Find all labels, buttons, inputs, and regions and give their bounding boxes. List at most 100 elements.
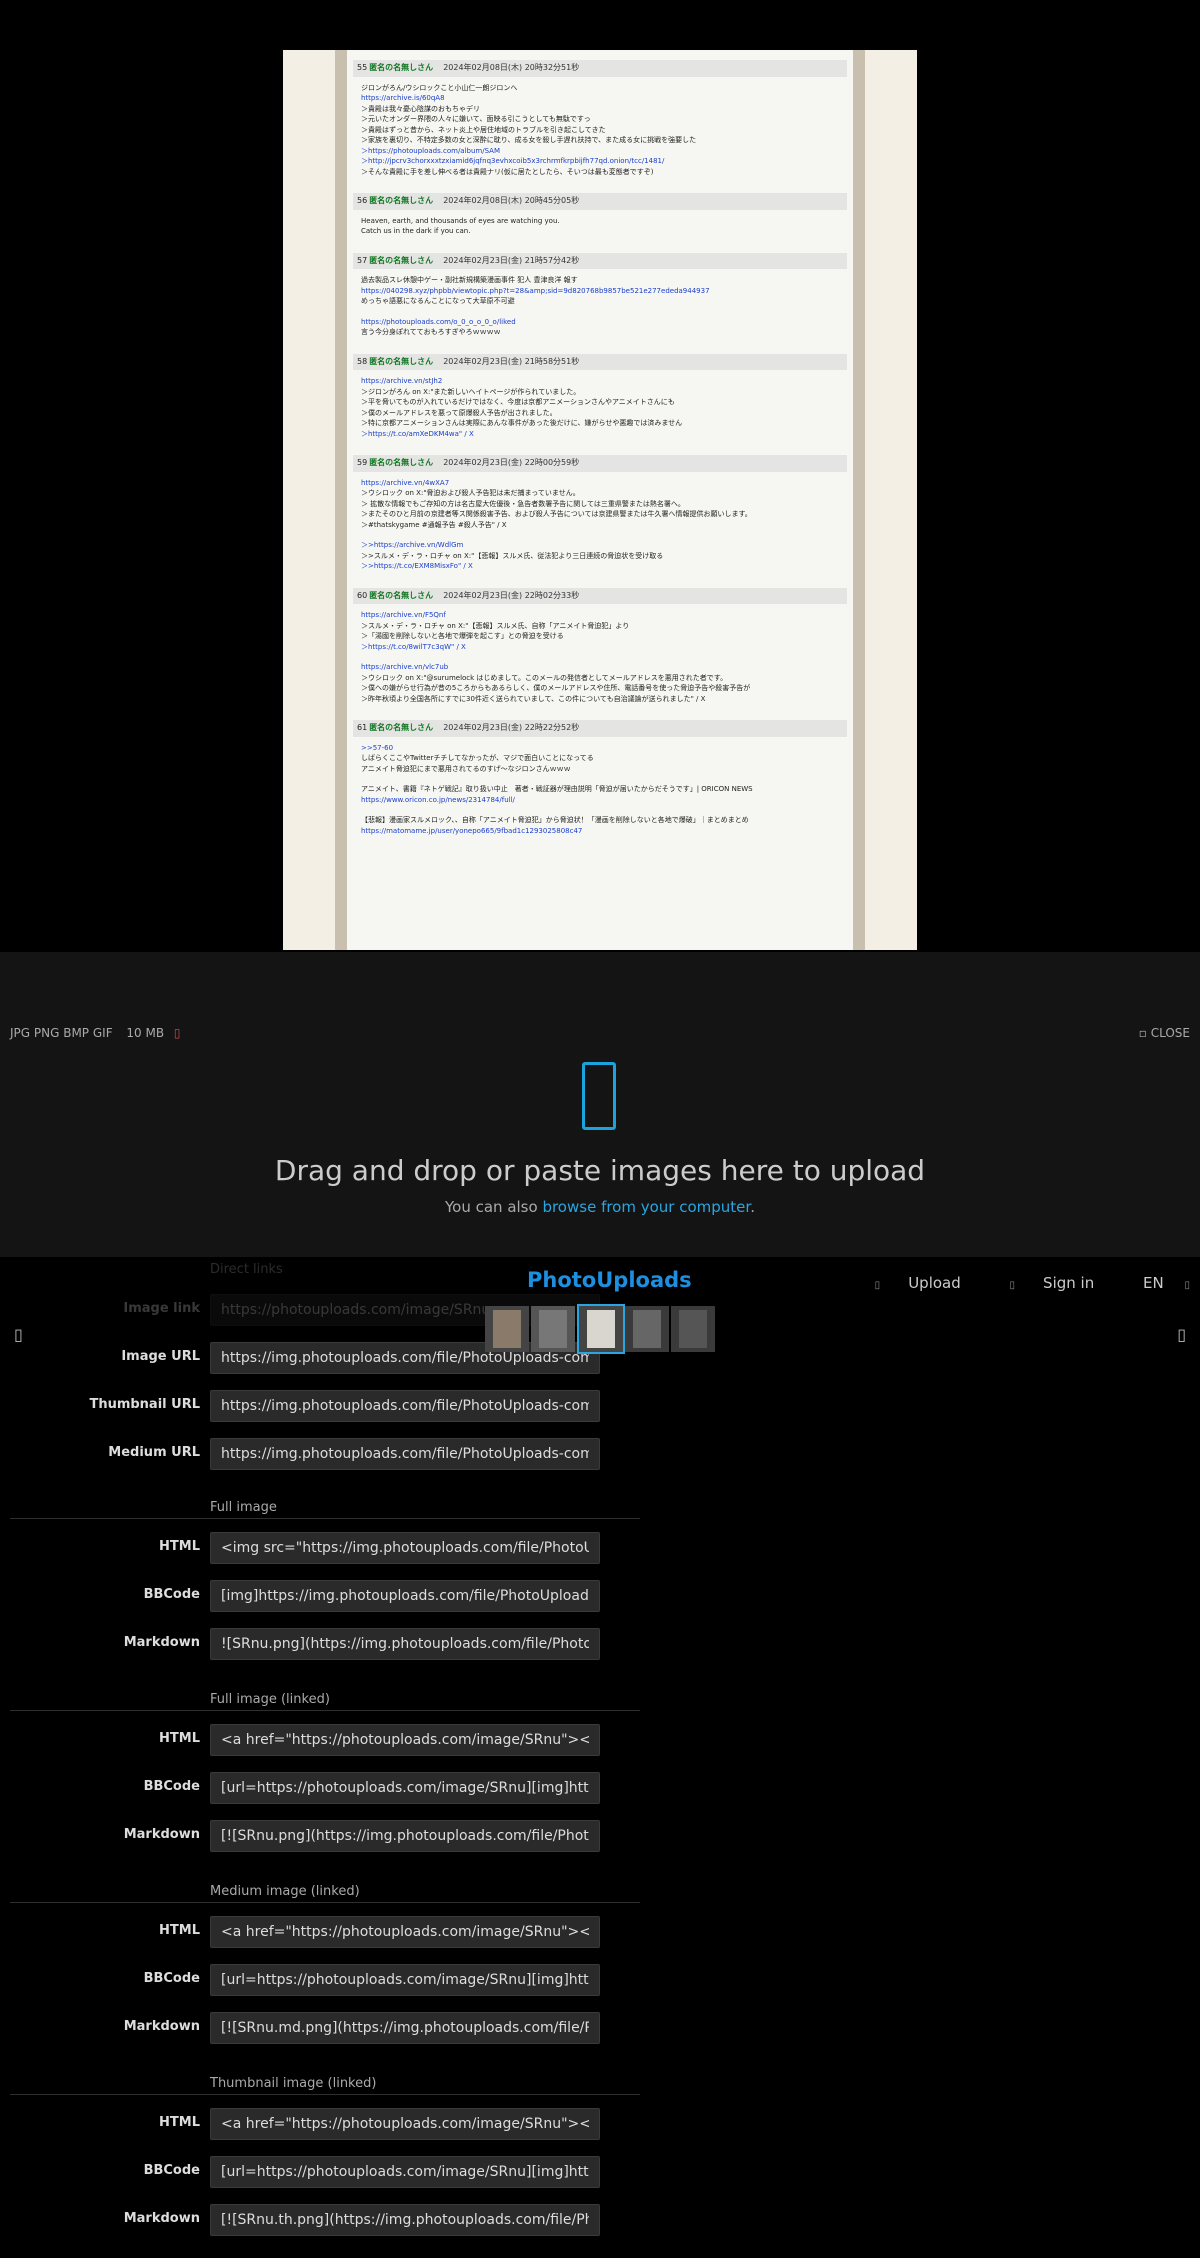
post-link[interactable]: ＞https://t.co/8wilT7c3qW" / X: [361, 642, 839, 653]
embed-code-field[interactable]: [210, 1628, 600, 1660]
upload-sub-prefix: You can also: [444, 1198, 543, 1216]
embed-label: Thumbnail URL: [89, 1397, 200, 1412]
embed-code-field[interactable]: [210, 1772, 600, 1804]
language-nav-button[interactable]: EN: [1121, 1274, 1164, 1292]
embed-code-field[interactable]: [210, 1390, 600, 1422]
post-number[interactable]: 57: [357, 256, 367, 265]
embed-row: HTML: [0, 1916, 640, 1948]
embed-label: BBCode: [143, 1971, 200, 1986]
embed-label: HTML: [159, 1539, 200, 1554]
menu-icon[interactable]: ▯: [1184, 1280, 1190, 1291]
poster-name: 匿名の名無しさん: [369, 356, 434, 366]
post-line: ＞貴殿はずっと昔から、ネット炎上や居住地域のトラブルを引き起こしてきた: [361, 125, 606, 134]
close-label: CLOSE: [1150, 1026, 1190, 1040]
thumbnail[interactable]: [671, 1306, 715, 1352]
signin-nav-button[interactable]: ▯ Sign in: [988, 1274, 1095, 1292]
thumbnail[interactable]: [531, 1306, 575, 1352]
post-line: アニメイト脅迫犯にまで悪用されてるのすげ〜なジロンさんｗｗｗ: [361, 764, 571, 773]
post-line: ＞>スルメ・デ・ラ・ロチャ on X:"【悲報】スルメ氏、従法犯より三日連続の脅…: [361, 551, 664, 560]
embed-label: Image URL: [121, 1349, 200, 1364]
embed-code-field[interactable]: [210, 1724, 600, 1756]
post-date: 2024年02月08日(木) 20時32分51秒: [443, 63, 580, 72]
embed-label: BBCode: [143, 1779, 200, 1794]
embed-code-field[interactable]: [210, 1820, 600, 1852]
section-divider: [10, 1902, 640, 1903]
chevron-right-icon[interactable]: ▯: [1177, 1325, 1186, 1344]
post-link[interactable]: https://www.oricon.co.jp/news/2314784/fu…: [361, 795, 839, 806]
allowed-types: JPG PNG BMP GIF: [10, 1026, 113, 1040]
info-icon: ▯: [173, 1026, 181, 1040]
post-line: ＞ウシロック on X:"脅迫および殺人予告犯は未だ捕まっていません。: [361, 489, 580, 497]
post-link[interactable]: ＞http://jpcrv3chorxxxtzxiamid6jqfnq3evhx…: [361, 156, 839, 167]
embed-row: Markdown: [0, 1628, 640, 1660]
embed-label: Markdown: [123, 2211, 200, 2226]
upload-dropzone[interactable]: JPG PNG BMP GIF 10 MB ▯ ▫ CLOSE Drag and…: [0, 952, 1200, 1257]
post-link[interactable]: https://archive.vn/vlc7ub: [361, 662, 839, 673]
post-number[interactable]: 59: [357, 458, 367, 467]
embed-row: Markdown: [0, 2012, 640, 2044]
post-link[interactable]: >>57-60: [361, 743, 839, 754]
post-link[interactable]: ＞https://t.co/amXeDKM4wa" / X: [361, 429, 839, 440]
post-link[interactable]: ＞>https://archive.vn/WdlGm: [361, 540, 839, 551]
post-link[interactable]: https://archive.vn/F5Qnf: [361, 610, 839, 621]
embed-code-field[interactable]: [210, 1532, 600, 1564]
embed-code-field[interactable]: [210, 1438, 600, 1470]
forum-post: 57 匿名の名無しさん 2024年02月23日(金) 21時57分42秒 過去製品スレ…: [353, 252, 847, 344]
signin-nav-label: Sign in: [1043, 1274, 1095, 1292]
embed-row: Markdown: [0, 2204, 640, 2236]
site-logo[interactable]: PhotoUploads: [527, 1268, 692, 1292]
embed-code-field[interactable]: [210, 2156, 600, 2188]
upload-nav-button[interactable]: ▯ Upload: [853, 1274, 961, 1292]
post-number[interactable]: 58: [357, 357, 367, 366]
post-line: ＞「湯國を削除しないと各地で爆弾を起こす」との脅迫を受ける: [361, 632, 564, 640]
chevron-left-icon[interactable]: ▯: [14, 1325, 23, 1344]
post-link[interactable]: https://040298.xyz/phpbb/viewtopic.php?t…: [361, 286, 839, 297]
thumbnail-active[interactable]: [577, 1304, 625, 1354]
upload-sub-suffix: .: [750, 1198, 755, 1216]
post-number[interactable]: 55: [357, 63, 367, 72]
post-date: 2024年02月23日(金) 22時00分59秒: [443, 458, 580, 467]
post-link[interactable]: https://matomame.jp/user/yonepo665/9fbad…: [361, 826, 839, 837]
embed-code-field[interactable]: [210, 1580, 600, 1612]
forum-post: 61 匿名の名無しさん 2024年02月23日(金) 22時22分52秒 >>57-6…: [353, 720, 847, 842]
section-divider: [10, 1710, 640, 1711]
post-body: https://archive.vn/4wXA7 ＞ウシロック on X:"脅迫お…: [353, 472, 847, 578]
post-line: [361, 652, 839, 662]
uploaded-image[interactable]: 55 匿名の名無しさん 2024年02月08日(木) 20時32分51秒 ジロンがろん…: [283, 50, 917, 950]
post-number[interactable]: 61: [357, 723, 367, 732]
post-date: 2024年02月23日(金) 21時58分51秒: [443, 356, 580, 366]
post-link[interactable]: https://archive.vn/4wXA7: [361, 478, 839, 489]
embed-label: HTML: [159, 2115, 200, 2130]
post-link[interactable]: ＞>https://t.co/EXM8MisxFo" / X: [361, 561, 839, 572]
post-line: 言う今分身ぽれてておもろすぎやろｗｗｗｗ: [361, 328, 501, 336]
post-line: [361, 307, 839, 317]
thumbnail[interactable]: [485, 1306, 529, 1352]
post-line: ＞元いたオンダー界隈の人々に嫌いて、面映る引こうとしても無駄ですっ: [361, 115, 591, 123]
post-link[interactable]: https://archive.vn/stJh2: [361, 376, 839, 387]
post-header: 55 匿名の名無しさん 2024年02月08日(木) 20時32分51秒: [353, 60, 847, 77]
embed-code-field[interactable]: [210, 2108, 600, 2140]
post-number[interactable]: 60: [357, 591, 367, 600]
embed-code-field[interactable]: [210, 1964, 600, 1996]
embed-code-field[interactable]: [210, 2012, 600, 2044]
post-line: ＞家族を裏切り、不特定多数の女と深酔に耽り、成る女を殺し手遅れ扶持で、また成る女…: [361, 136, 697, 144]
embed-row: BBCode: [0, 1964, 640, 1996]
browse-link[interactable]: browse from your computer: [542, 1198, 750, 1216]
post-line: ジロンがろん/ウシロックこと小山仁一朗ジロンへ: [361, 83, 518, 92]
post-body: ジロンがろん/ウシロックこと小山仁一朗ジロンへ https://archive.i…: [353, 77, 847, 184]
embed-code-field[interactable]: [210, 1916, 600, 1948]
upload-subtitle: You can also browse from your computer.: [0, 1198, 1200, 1216]
embed-code-field[interactable]: [210, 2204, 600, 2236]
poster-name: 匿名の名無しさん: [369, 196, 434, 205]
post-link[interactable]: ＞https://photouploads.com/album/SAM: [361, 146, 839, 157]
image-border-right: [853, 50, 865, 950]
post-header: 59 匿名の名無しさん 2024年02月23日(金) 22時00分59秒: [353, 455, 847, 472]
post-link[interactable]: https://archive.is/60qA8: [361, 93, 839, 104]
thumbnail[interactable]: [625, 1306, 669, 1352]
close-button[interactable]: ▫ CLOSE: [1139, 1026, 1190, 1040]
embed-row: Medium URL: [0, 1438, 640, 1470]
post-number[interactable]: 56: [357, 196, 367, 205]
post-line: ＞昨年秋頃より全国各所にすでに30件近く送られていまして、この件についても自治議…: [361, 694, 706, 703]
post-link[interactable]: https://photouploads.com/o_0_o_o_0_o/lik…: [361, 317, 839, 328]
cloud-upload-icon: [582, 1062, 616, 1130]
